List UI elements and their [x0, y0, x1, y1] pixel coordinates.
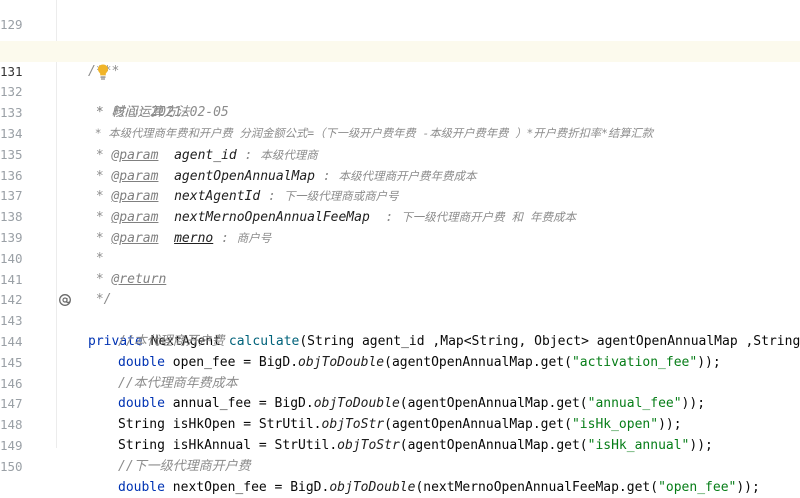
override-gutter-icon[interactable]	[27, 273, 72, 307]
line-comment: //下一级代理商开户费	[118, 458, 251, 474]
code-line[interactable]: 134 * @param agent_id : 本级代理商	[0, 103, 800, 163]
statement: nextOpen_fee = BigD.	[172, 479, 330, 495]
code-line[interactable]: 130 /***	[0, 20, 800, 79]
code-line[interactable]: 144 double open_fee = BigD.objToDouble(a…	[0, 311, 800, 370]
code-line[interactable]: 148 String isHkAnnual = StrUtil.objToStr…	[0, 394, 800, 453]
call-end: ));	[736, 479, 760, 495]
code-line[interactable]: 143 //本代理商开户费	[0, 290, 800, 349]
code-line[interactable]: 132 * 时间：2021-02-05	[0, 62, 800, 120]
code-line[interactable]: 133 * 本级代理商年费和开户费 分润金额公式=（下一级开户费年费 -本级开户…	[0, 82, 800, 140]
lightbulb-icon[interactable]	[64, 42, 109, 80]
call-args: (nextMernoOpenAnnualFeeMap.get(	[415, 479, 659, 495]
string-literal: "open_fee"	[658, 479, 737, 495]
code-line-current[interactable]: 131 * 核心运算方法	[0, 40, 800, 120]
code-line[interactable]: 135 * @param agentOpenAnnualMap : 本级代理商开…	[0, 124, 800, 184]
code-line[interactable]: 138 * @param merno : 商户号	[0, 186, 800, 246]
code-line[interactable]: 140 * @return	[0, 228, 800, 287]
code-line[interactable]: 149 //下一级代理商开户费	[0, 415, 800, 474]
static-method: objToDouble	[329, 479, 416, 495]
code-line[interactable]: 146 double annual_fee = BigD.objToDouble…	[0, 353, 800, 412]
code-line[interactable]: 150 double nextOpen_fee = BigD.objToDoub…	[0, 436, 800, 495]
code-line[interactable]: 142 private NextAgent calculate(String a…	[0, 270, 800, 349]
keyword: double	[118, 479, 165, 495]
line-number: 150	[0, 458, 23, 474]
code-line[interactable]: 129	[0, 0, 800, 32]
code-line[interactable]: 145 //本代理商年费成本	[0, 332, 800, 391]
code-line[interactable]: 147 String isHkOpen = StrUtil.objToStr(a…	[0, 374, 800, 432]
code-line[interactable]: 141 */	[0, 249, 800, 308]
code-line[interactable]: 137 * @param nextMernoOpenAnnualFeeMap :…	[0, 166, 800, 225]
code-line[interactable]: 139 *	[0, 207, 800, 266]
code-line[interactable]: 136 * @param nextAgentId : 下一级代理商或商户号	[0, 145, 800, 205]
